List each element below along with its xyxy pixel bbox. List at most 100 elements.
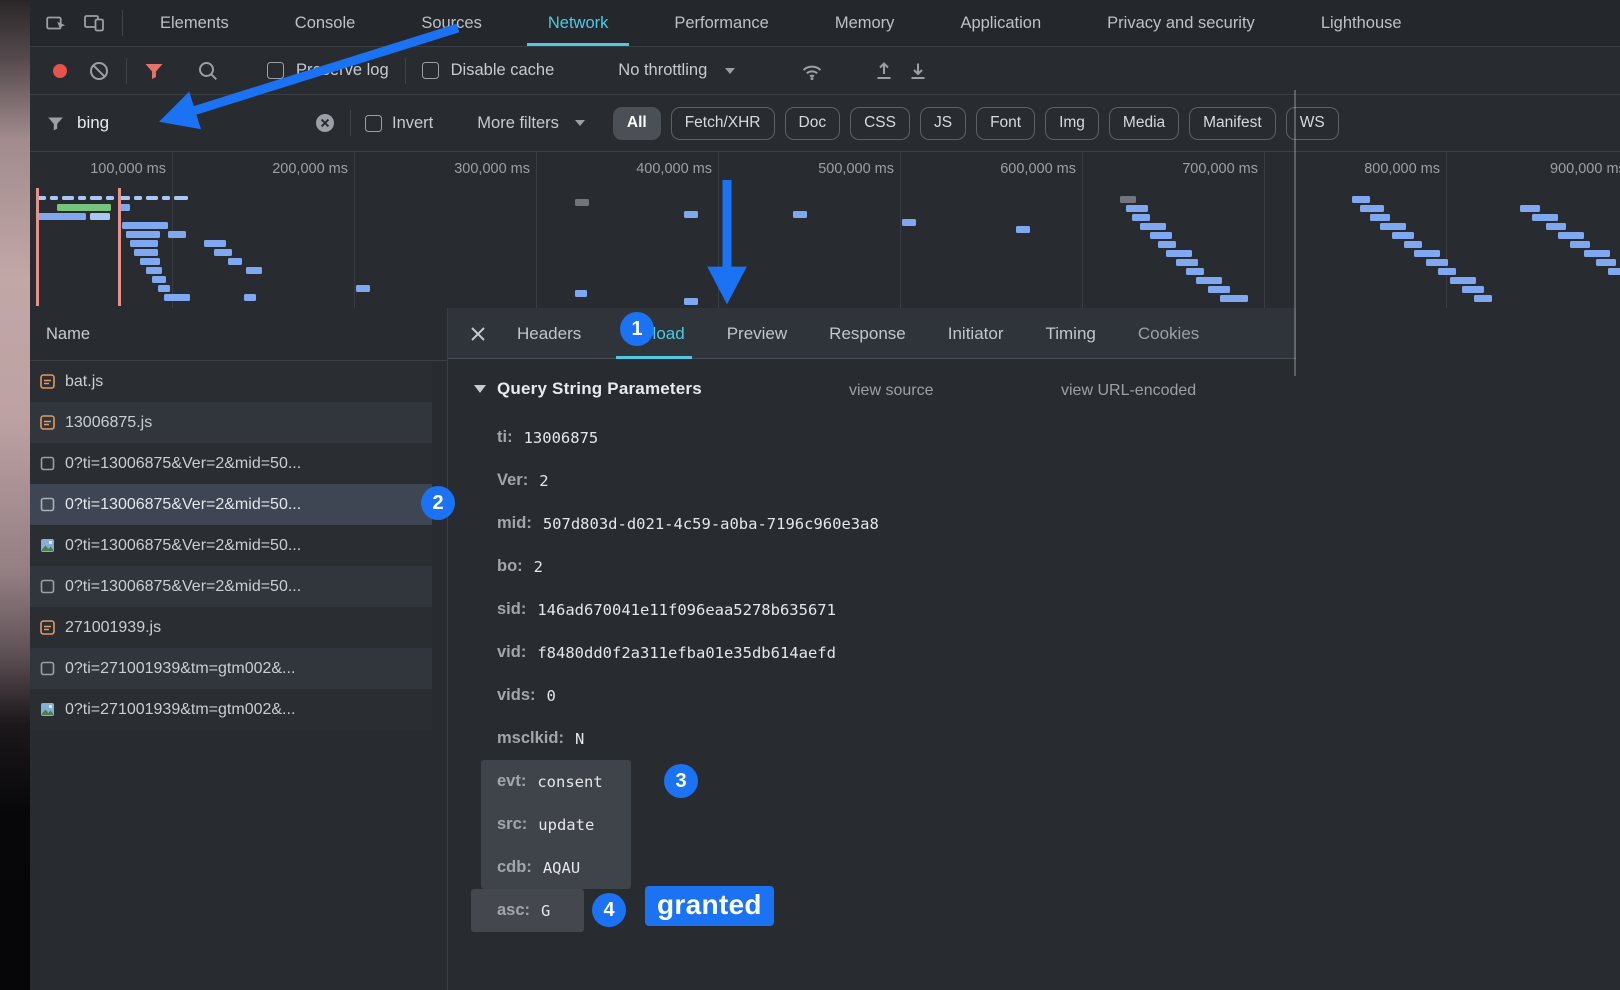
table-row[interactable]: 0?ti=13006875&Ver=2&mid=50... [30, 443, 432, 484]
invert-label[interactable]: Invert [392, 114, 433, 133]
filter-input[interactable] [75, 112, 304, 134]
clear-filter-icon[interactable] [314, 112, 336, 134]
tab-sources[interactable]: Sources [388, 0, 515, 46]
tab-payload[interactable]: Payload [602, 308, 705, 359]
tab-memory[interactable]: Memory [802, 0, 928, 46]
param-row: mid:507d803d-d021-4c59-a0ba-7196c960e3a8 [448, 502, 1620, 545]
search-icon[interactable] [197, 60, 219, 82]
preserve-log-checkbox[interactable] [267, 62, 284, 79]
chip-all[interactable]: All [613, 107, 661, 140]
chip-font[interactable]: Font [976, 107, 1035, 140]
ruler-label: 500,000 ms [794, 161, 894, 177]
waterfall-bar [1404, 241, 1422, 248]
tab-lighthouse[interactable]: Lighthouse [1288, 0, 1435, 46]
filter-input-funnel-icon [46, 114, 65, 133]
chip-css[interactable]: CSS [850, 107, 910, 140]
clear-log-icon[interactable] [88, 60, 110, 82]
view-url-encoded-link[interactable]: view URL-encoded [1061, 382, 1196, 400]
chip-img[interactable]: Img [1045, 107, 1099, 140]
payload-pane: Query String Parameters view source view… [448, 359, 1620, 990]
table-row[interactable]: 0?ti=271001939&tm=gtm002&... [30, 648, 432, 689]
param-key: ti: [497, 428, 513, 447]
tab-performance[interactable]: Performance [641, 0, 801, 46]
script-file-icon [40, 620, 55, 635]
preserve-log-label[interactable]: Preserve log [296, 61, 389, 80]
chip-media[interactable]: Media [1109, 107, 1179, 140]
table-row[interactable]: 0?ti=13006875&Ver=2&mid=50... [30, 525, 432, 566]
waterfall-bar [1462, 286, 1484, 293]
waterfall-bar [164, 294, 190, 301]
waterfall-bar [1126, 205, 1148, 212]
name-column-header[interactable]: Name [30, 308, 447, 361]
throttling-select[interactable]: No throttling [618, 61, 707, 80]
tab-initiator[interactable]: Initiator [927, 308, 1025, 359]
tab-network[interactable]: Network [515, 0, 642, 46]
param-key: vids: [497, 686, 536, 705]
waterfall-bar [228, 258, 242, 265]
table-row[interactable]: 13006875.js [30, 402, 432, 443]
disable-cache-checkbox[interactable] [422, 62, 439, 79]
table-row[interactable]: bat.js [30, 361, 432, 402]
waterfall-bar [214, 249, 232, 256]
param-row-highlighted: evt: consent [448, 760, 1620, 803]
expand-triangle-icon[interactable] [474, 385, 486, 393]
tab-headers[interactable]: Headers [496, 308, 602, 359]
divider [126, 58, 127, 84]
filter-funnel-icon[interactable] [143, 60, 165, 82]
waterfall-bar [1546, 223, 1566, 230]
close-icon[interactable] [468, 324, 488, 344]
chip-manifest[interactable]: Manifest [1189, 107, 1276, 140]
waterfall-bar [36, 213, 86, 220]
waterfall-event-line [36, 188, 39, 306]
waterfall-bar [158, 285, 170, 292]
param-key: cdb: [497, 858, 532, 877]
network-conditions-icon[interactable] [799, 59, 825, 83]
table-row[interactable]: 0?ti=13006875&Ver=2&mid=50... [30, 566, 432, 607]
invert-checkbox[interactable] [365, 115, 382, 132]
view-source-link[interactable]: view source [849, 382, 933, 400]
param-value: AQAU [543, 859, 580, 877]
tab-timing[interactable]: Timing [1024, 308, 1116, 359]
param-value: consent [537, 773, 602, 791]
chip-doc[interactable]: Doc [785, 107, 841, 140]
waterfall-bar [575, 199, 589, 206]
waterfall-overview[interactable]: 100,000 ms 200,000 ms 300,000 ms 400,000… [30, 152, 1620, 309]
export-har-icon[interactable] [907, 60, 929, 82]
record-button[interactable] [53, 64, 67, 78]
script-file-icon [40, 374, 55, 389]
param-value: 507d803d-d021-4c59-a0ba-7196c960e3a8 [543, 515, 879, 533]
table-row[interactable]: 0?ti=271001939&tm=gtm002&... [30, 689, 432, 730]
table-row-selected[interactable]: 0?ti=13006875&Ver=2&mid=50... [30, 484, 432, 525]
import-har-icon[interactable] [873, 60, 895, 82]
tab-privacy-security[interactable]: Privacy and security [1074, 0, 1288, 46]
disable-cache-label[interactable]: Disable cache [451, 61, 555, 80]
tab-preview[interactable]: Preview [706, 308, 808, 359]
waterfall-bar [684, 298, 698, 305]
waterfall-bar [1370, 214, 1390, 221]
waterfall-bar [246, 267, 262, 274]
tab-cookies[interactable]: Cookies [1117, 308, 1220, 359]
inspect-element-icon[interactable] [44, 11, 68, 35]
overlay-seam [1294, 90, 1296, 376]
chip-js[interactable]: JS [920, 107, 966, 140]
waterfall-bar [1120, 196, 1136, 203]
param-key: msclkid: [497, 729, 564, 748]
tab-elements[interactable]: Elements [127, 0, 262, 46]
waterfall-bar [57, 204, 111, 211]
device-toolbar-icon[interactable] [82, 11, 106, 35]
param-key: evt: [497, 772, 526, 791]
tab-response[interactable]: Response [808, 308, 927, 359]
filter-bar: Invert More filters All Fetch/XHR Doc CS… [30, 95, 1620, 152]
waterfall-bar [1558, 232, 1584, 239]
waterfall-bar [793, 211, 807, 218]
section-title: Query String Parameters [497, 379, 702, 399]
chip-fetch-xhr[interactable]: Fetch/XHR [671, 107, 775, 140]
waterfall-bar [152, 276, 166, 283]
divider [122, 10, 123, 36]
waterfall-bar [1380, 223, 1406, 230]
more-filters-button[interactable]: More filters [477, 114, 559, 133]
gridline [172, 152, 173, 308]
table-row[interactable]: 271001939.js [30, 607, 432, 648]
tab-console[interactable]: Console [262, 0, 389, 46]
tab-application[interactable]: Application [927, 0, 1074, 46]
